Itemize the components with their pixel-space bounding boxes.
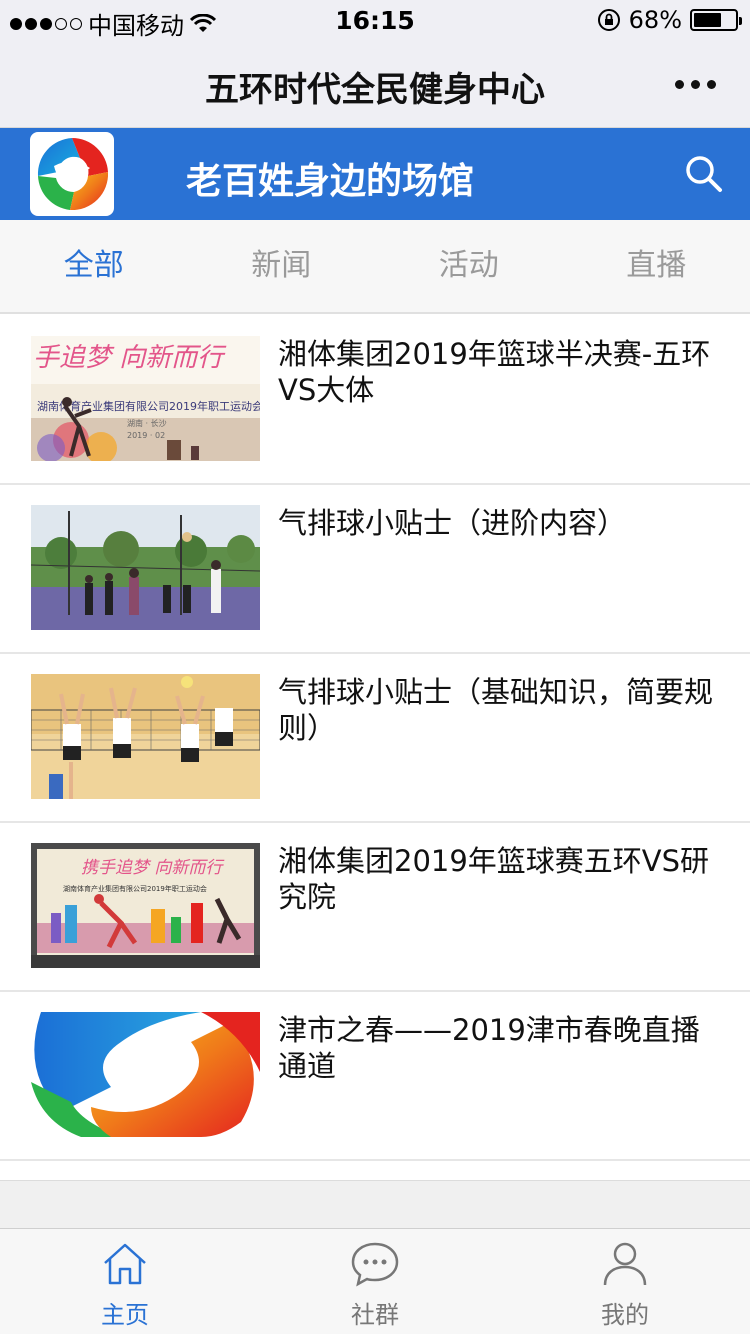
tab-profile-label: 我的 [601, 1301, 649, 1329]
indoor-volleyball-photo [31, 674, 260, 799]
svg-text:携手追梦 向新而行: 携手追梦 向新而行 [81, 858, 225, 878]
tab-community[interactable]: 社群 [250, 1229, 500, 1334]
list-item[interactable]: 气排球小贴士（进阶内容） [0, 485, 750, 654]
tab-all[interactable]: 全部 [0, 220, 188, 312]
article-title: 气排球小贴士（进阶内容） [278, 506, 627, 540]
article-title: 津市之春——2019津市春晚直播通道 [278, 1013, 700, 1083]
svg-text:手追梦 向新而行: 手追梦 向新而行 [33, 343, 227, 373]
site-banner: 老百姓身边的场馆 [0, 128, 750, 220]
battery-fill [694, 13, 722, 27]
svg-text:湖南 · 长沙: 湖南 · 长沙 [127, 418, 167, 428]
battery-percent: 68% [628, 6, 682, 34]
page-title: 五环时代全民健身中心 [205, 70, 545, 110]
tab-profile[interactable]: 我的 [500, 1229, 750, 1334]
more-dots-icon[interactable] [675, 80, 716, 89]
outdoor-volleyball-photo [31, 505, 260, 630]
tab-home-label: 主页 [101, 1301, 149, 1329]
banner-slogan: 老百姓身边的场馆 [186, 161, 475, 202]
nav-bar: 五环时代全民健身中心 [0, 40, 750, 128]
list-item[interactable]: 气排球小贴士（基础知识，简要规则） [0, 654, 750, 823]
article-list: 手追梦 向新而行 湖南体育产业集团有限公司2019年职工运动会 湖南 · 长沙 … [0, 316, 750, 1161]
logo-thumbnail [31, 1012, 260, 1137]
article-title: 气排球小贴士（基础知识，简要规则） [278, 675, 714, 745]
list-item[interactable]: 手追梦 向新而行 湖南体育产业集团有限公司2019年职工运动会 湖南 · 长沙 … [0, 316, 750, 485]
tab-news[interactable]: 新闻 [188, 220, 376, 312]
tab-live[interactable]: 直播 [563, 220, 750, 312]
user-icon [603, 1242, 647, 1286]
list-item[interactable]: 携手追梦 向新而行 湖南体育产业集团有限公司2019年职工运动会 湘体集团201… [0, 823, 750, 992]
tab-community-label: 社群 [351, 1301, 399, 1329]
chat-bubble-icon [351, 1242, 399, 1287]
list-footer [0, 1180, 750, 1228]
article-title: 湘体集团2019年篮球赛五环VS研究院 [278, 844, 710, 914]
home-icon [104, 1243, 146, 1285]
tab-activities[interactable]: 活动 [375, 220, 563, 312]
stage-backdrop-photo: 携手追梦 向新而行 湖南体育产业集团有限公司2019年职工运动会 [31, 843, 260, 968]
battery-icon [690, 9, 742, 31]
article-title: 湘体集团2019年篮球半决赛-五环VS大体 [278, 337, 711, 407]
search-icon[interactable] [684, 154, 724, 194]
svg-text:湖南体育产业集团有限公司2019年职工运动会: 湖南体育产业集团有限公司2019年职工运动会 [63, 884, 207, 893]
category-tabs: 全部 新闻 活动 直播 [0, 220, 750, 314]
wuhuan-logo-icon[interactable] [30, 132, 114, 216]
bottom-tab-bar: 主页 社群 我的 [0, 1228, 750, 1334]
event-banner-photo: 手追梦 向新而行 湖南体育产业集团有限公司2019年职工运动会 湖南 · 长沙 … [31, 336, 260, 461]
tab-home[interactable]: 主页 [0, 1229, 250, 1334]
status-bar: 中国移动 16:15 68% [0, 0, 750, 40]
list-item[interactable]: 津市之春——2019津市春晚直播通道 [0, 992, 750, 1161]
svg-text:2019 · 02: 2019 · 02 [127, 431, 165, 440]
status-right: 68% [597, 6, 742, 34]
rotation-lock-icon [597, 9, 620, 31]
